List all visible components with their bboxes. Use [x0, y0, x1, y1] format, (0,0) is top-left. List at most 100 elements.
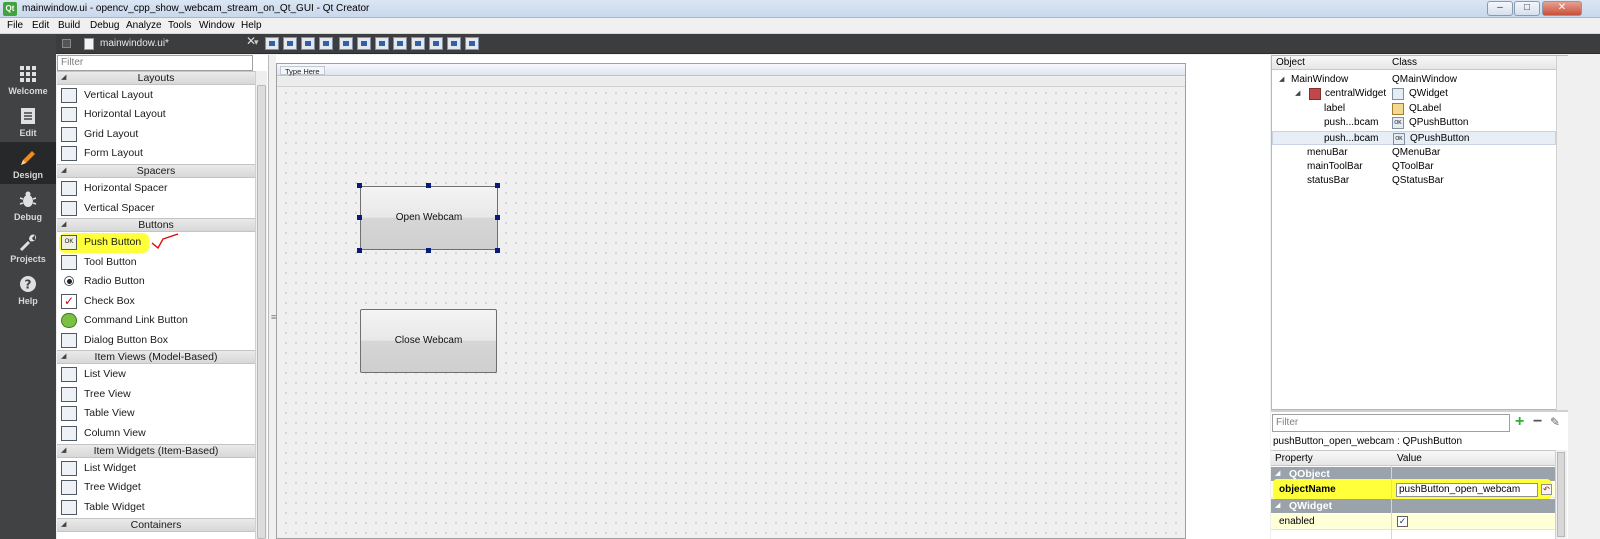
scrollbar-thumb[interactable] — [257, 85, 266, 539]
mode-welcome[interactable]: Welcome — [0, 58, 56, 100]
configure-wrench-icon[interactable]: ✎ — [1550, 414, 1560, 430]
widget-command-link-button[interactable]: Command Link Button — [57, 311, 255, 330]
tree-row-pushbutton-open[interactable]: push...bcam OK QPushButton — [1272, 131, 1556, 145]
selection-handle[interactable] — [357, 183, 362, 188]
question-icon: ? — [20, 276, 36, 292]
layout-form-icon[interactable] — [411, 37, 425, 50]
widget-horizontal-spacer[interactable]: Horizontal Spacer — [57, 179, 255, 198]
add-property-plus-icon[interactable]: + — [1515, 414, 1524, 430]
selection-handle[interactable] — [495, 183, 500, 188]
widget-column-view[interactable]: Column View — [57, 424, 255, 443]
expand-triangle-icon[interactable]: ◢ — [1295, 87, 1300, 101]
mode-help[interactable]: ? Help — [0, 268, 56, 310]
widget-list-widget[interactable]: List Widget — [57, 459, 255, 478]
horizontal-spacer-icon — [61, 181, 77, 196]
edit-tab-order-icon[interactable] — [319, 37, 333, 50]
layout-grid-icon[interactable] — [429, 37, 443, 50]
menu-window[interactable]: Window — [199, 20, 235, 31]
break-layout-icon[interactable] — [447, 37, 461, 50]
tree-row-mainwindow[interactable]: ◢ MainWindow QMainWindow — [1272, 73, 1556, 87]
reset-property-icon[interactable]: ↶ — [1541, 484, 1552, 495]
column-header-class[interactable]: Class — [1392, 57, 1417, 68]
category-spacers[interactable]: ◢ Spacers — [57, 164, 255, 178]
widget-tree-view[interactable]: Tree View — [57, 385, 255, 404]
selection-handle[interactable] — [495, 215, 500, 220]
menu-debug[interactable]: Debug — [90, 20, 119, 31]
tree-row-label[interactable]: label QLabel — [1272, 102, 1556, 116]
tree-row-centralwidget[interactable]: ◢ centralWidget QWidget — [1272, 87, 1556, 101]
widget-tree-widget[interactable]: Tree Widget — [57, 478, 255, 497]
widget-form-layout[interactable]: Form Layout — [57, 144, 255, 163]
maximize-button[interactable]: □ — [1514, 1, 1540, 16]
mode-debug[interactable]: Debug — [0, 184, 56, 226]
selection-handle[interactable] — [426, 183, 431, 188]
open-webcam-button[interactable]: Open Webcam — [360, 186, 498, 250]
widget-dialog-button-box[interactable]: Dialog Button Box — [57, 331, 255, 350]
object-inspector-scrollbar[interactable] — [1556, 56, 1568, 411]
object-name: push...bcam — [1324, 133, 1379, 144]
widget-grid-layout[interactable]: Grid Layout — [57, 125, 255, 144]
remove-property-minus-icon[interactable]: − — [1533, 414, 1542, 430]
tree-row-maintoolbar[interactable]: mainToolBar QToolBar — [1272, 160, 1556, 174]
tree-row-statusbar[interactable]: statusBar QStatusBar — [1272, 174, 1556, 188]
edit-signals-slots-icon[interactable] — [283, 37, 297, 50]
category-item-views[interactable]: ◢ Item Views (Model-Based) — [57, 350, 255, 364]
menu-edit[interactable]: Edit — [32, 20, 49, 31]
menu-analyze[interactable]: Analyze — [126, 20, 162, 31]
expand-triangle-icon[interactable]: ◢ — [1279, 73, 1284, 87]
property-row-enabled[interactable]: enabled ✓ — [1271, 514, 1555, 530]
widget-tool-button[interactable]: Tool Button — [57, 253, 255, 272]
document-selector[interactable]: mainwindow.ui* ▾ — [80, 36, 259, 52]
menu-help[interactable]: Help — [241, 20, 262, 31]
type-here-menu-placeholder[interactable]: Type Here — [280, 66, 325, 76]
column-header-value[interactable]: Value — [1397, 453, 1422, 464]
mode-design[interactable]: Design — [0, 142, 56, 184]
property-filter-input[interactable]: Filter — [1272, 414, 1510, 432]
close-document-button[interactable]: ✕ — [246, 34, 256, 48]
main-window-form[interactable] — [276, 63, 1186, 539]
widget-check-box[interactable]: ✓ Check Box — [57, 292, 255, 311]
category-layouts[interactable]: ◢ Layouts — [57, 71, 255, 85]
widget-table-view[interactable]: Table View — [57, 404, 255, 423]
column-header-property[interactable]: Property — [1275, 453, 1313, 464]
widget-push-button[interactable]: OK Push Button — [57, 233, 255, 253]
close-window-button[interactable]: ✕ — [1542, 1, 1582, 16]
objectname-value-input[interactable]: pushButton_open_webcam — [1396, 483, 1538, 497]
property-group-qwidget[interactable]: ◢ QWidget — [1271, 499, 1555, 513]
layout-vertical-splitter-icon[interactable] — [393, 37, 407, 50]
property-row-objectname[interactable]: objectName pushButton_open_webcam ↶ — [1271, 479, 1555, 500]
layout-horizontal-splitter-icon[interactable] — [375, 37, 389, 50]
category-buttons[interactable]: ◢ Buttons — [57, 218, 255, 232]
selection-handle[interactable] — [495, 248, 500, 253]
tree-row-menubar[interactable]: menuBar QMenuBar — [1272, 146, 1556, 160]
edit-buddies-icon[interactable] — [301, 37, 315, 50]
selection-handle[interactable] — [357, 248, 362, 253]
widget-filter-input[interactable]: Filter — [57, 55, 253, 71]
widget-table-widget[interactable]: Table Widget — [57, 498, 255, 517]
column-header-object[interactable]: Object — [1276, 57, 1305, 68]
close-webcam-button[interactable]: Close Webcam — [360, 309, 497, 373]
mode-edit[interactable]: Edit — [0, 100, 56, 142]
adjust-size-icon[interactable] — [465, 37, 479, 50]
mode-projects[interactable]: Projects — [0, 226, 56, 268]
menu-build[interactable]: Build — [58, 20, 80, 31]
widget-vertical-layout[interactable]: Vertical Layout — [57, 86, 255, 105]
category-item-widgets[interactable]: ◢ Item Widgets (Item-Based) — [57, 444, 255, 458]
widget-icon — [1309, 88, 1321, 100]
widget-horizontal-layout[interactable]: Horizontal Layout — [57, 105, 255, 124]
enabled-checkbox[interactable]: ✓ — [1397, 516, 1408, 527]
widget-list-view[interactable]: List View — [57, 365, 255, 384]
edit-widgets-tool-icon[interactable] — [265, 37, 279, 50]
menu-tools[interactable]: Tools — [168, 20, 191, 31]
tree-row-pushbutton-close[interactable]: push...bcam OK QPushButton — [1272, 116, 1556, 130]
selection-handle[interactable] — [357, 215, 362, 220]
layout-horizontally-icon[interactable] — [339, 37, 353, 50]
selection-handle[interactable] — [426, 248, 431, 253]
scrollbar-thumb[interactable] — [1557, 452, 1565, 537]
minimize-button[interactable]: – — [1487, 1, 1513, 16]
widget-radio-button[interactable]: Radio Button — [57, 272, 255, 291]
menu-file[interactable]: File — [7, 20, 23, 31]
category-containers[interactable]: ◢ Containers — [57, 518, 255, 532]
widget-vertical-spacer[interactable]: Vertical Spacer — [57, 199, 255, 218]
layout-vertically-icon[interactable] — [357, 37, 371, 50]
